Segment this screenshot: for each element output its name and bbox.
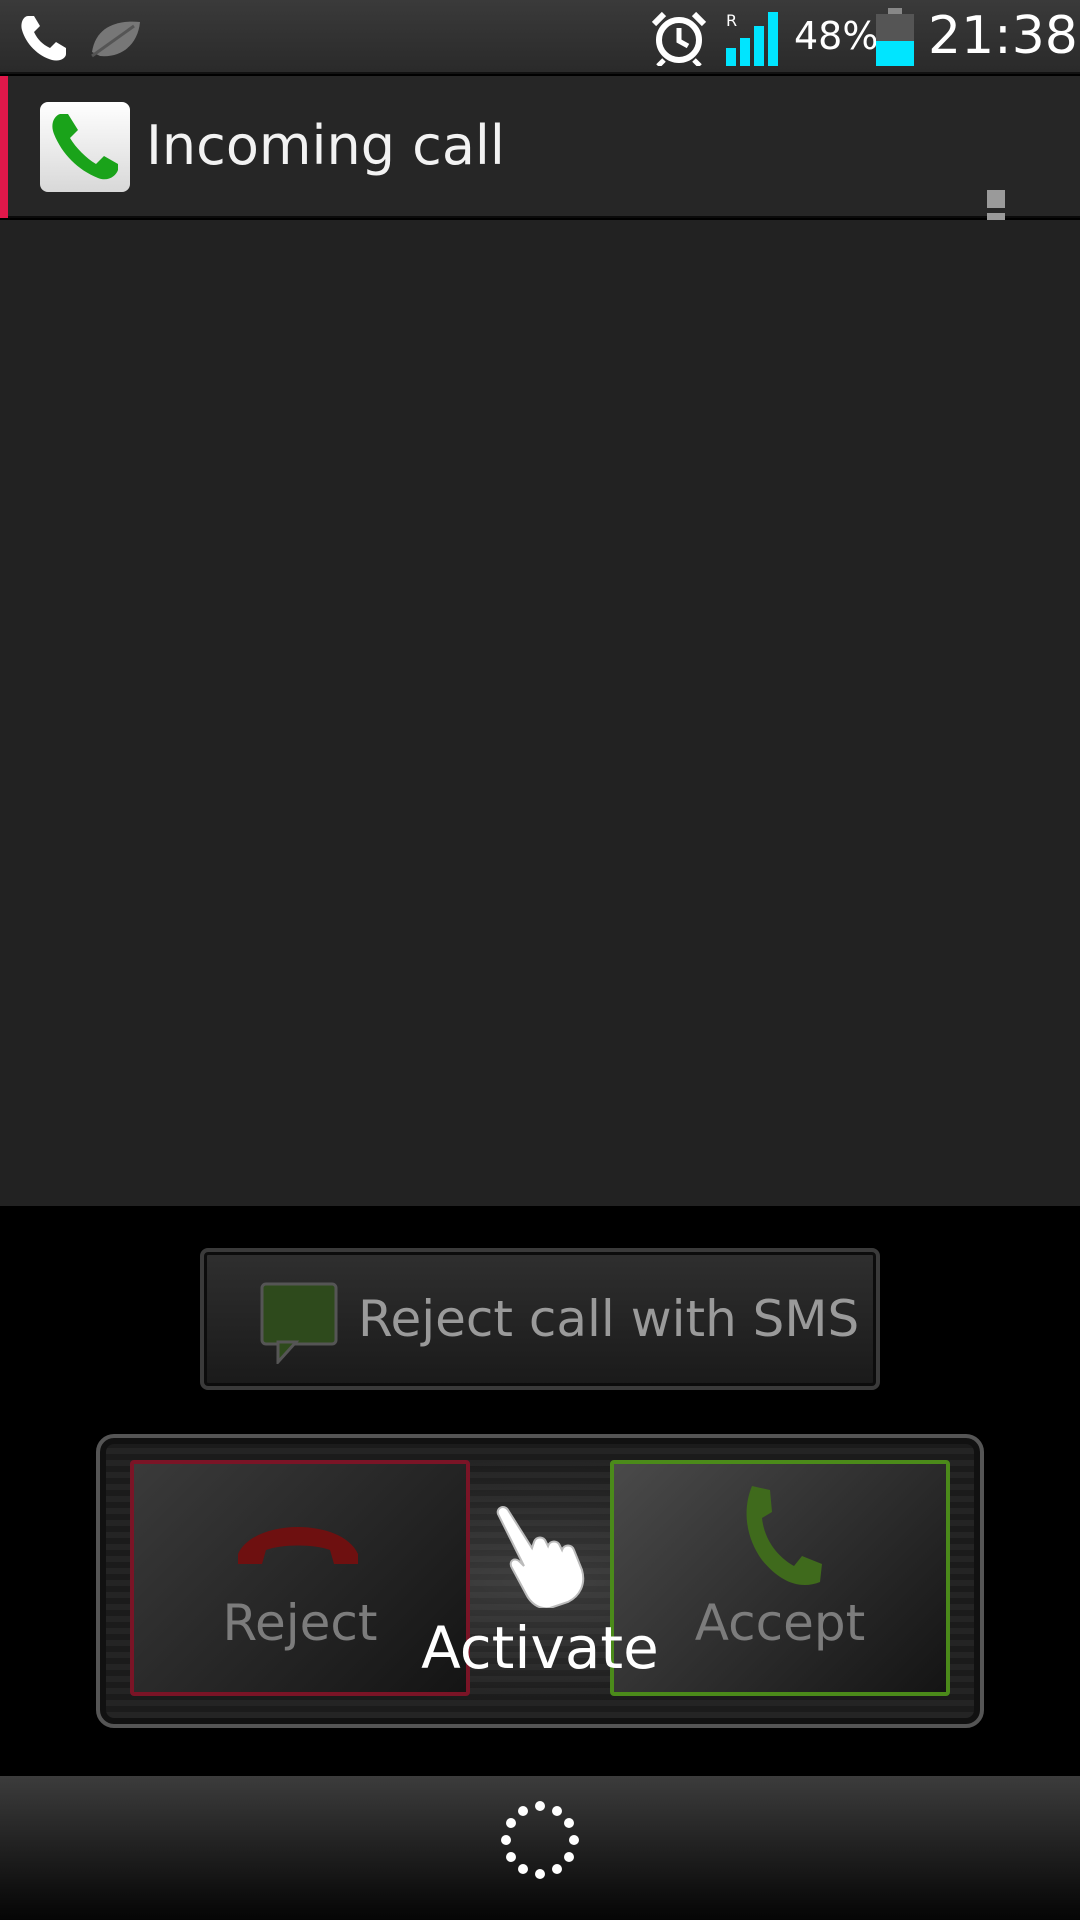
- pointing-hand-icon: [496, 1506, 585, 1608]
- sms-button-label: Reject call with SMS: [358, 1290, 860, 1348]
- activate-label: Activate: [421, 1614, 659, 1682]
- phone-icon: [21, 16, 67, 61]
- leaf-icon: [91, 21, 140, 58]
- sms-icon: [260, 1282, 338, 1364]
- roaming-indicator: R: [726, 11, 737, 30]
- alarm-icon: [651, 11, 707, 66]
- reject-with-sms-button[interactable]: Reject call with SMS: [200, 1248, 880, 1390]
- clock: 21:38: [928, 6, 1078, 66]
- title-bar: Incoming call: [0, 76, 1080, 254]
- phone-icon: [746, 1486, 822, 1586]
- home-ring-icon[interactable]: [500, 1800, 580, 1880]
- status-bar: R 48% 21:38: [0, 0, 1080, 74]
- battery-icon: [876, 8, 914, 66]
- navigation-bar: [0, 1776, 1080, 1920]
- hang-up-icon: [238, 1527, 358, 1564]
- battery-percent: 48%: [794, 14, 879, 58]
- content-area: [0, 220, 1080, 1206]
- phone-app-icon: [40, 102, 130, 192]
- title-accent-bar: [0, 76, 8, 218]
- page-title: Incoming call: [146, 114, 505, 177]
- signal-icon: R: [726, 11, 778, 66]
